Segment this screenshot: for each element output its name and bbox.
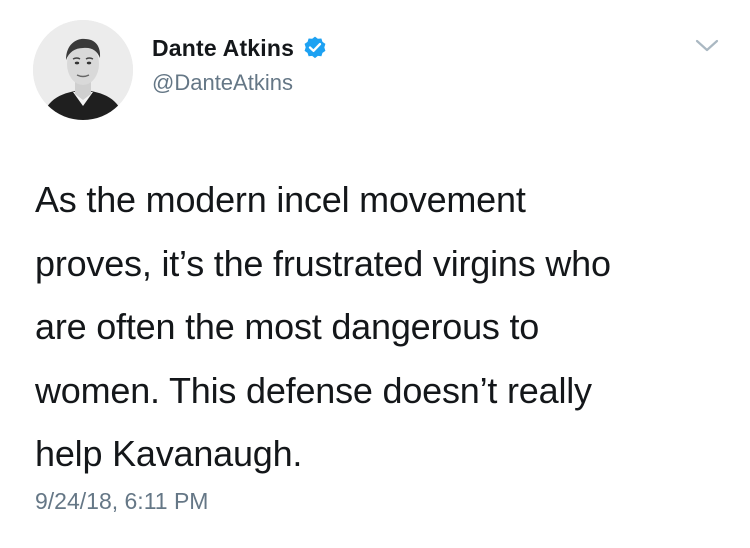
tweet-text-line: As the modern incel movement — [35, 179, 526, 220]
tweet-text-line: help Kavanaugh. — [35, 433, 303, 474]
display-name[interactable]: Dante Atkins — [152, 35, 294, 62]
tweet-text-line: proves, it’s the frustrated virgins who — [35, 242, 611, 284]
avatar[interactable] — [33, 20, 133, 120]
user-handle[interactable]: @DanteAtkins — [152, 70, 293, 96]
verified-badge-icon — [302, 35, 328, 61]
tweet-text-line: are often the most dangerous to — [35, 306, 540, 347]
author-name-row: Dante Atkins — [152, 30, 328, 66]
chevron-down-icon[interactable] — [694, 38, 720, 54]
tweet-card: Dante Atkins @DanteAtkins As the modern … — [0, 0, 750, 548]
avatar-photo — [33, 20, 133, 120]
tweet-text: As the modern incel movement proves, it’… — [35, 168, 715, 486]
tweet-timestamp[interactable]: 9/24/18, 6:11 PM — [35, 488, 208, 515]
tweet-text-line: women. This defense doesn’t really — [35, 369, 592, 411]
